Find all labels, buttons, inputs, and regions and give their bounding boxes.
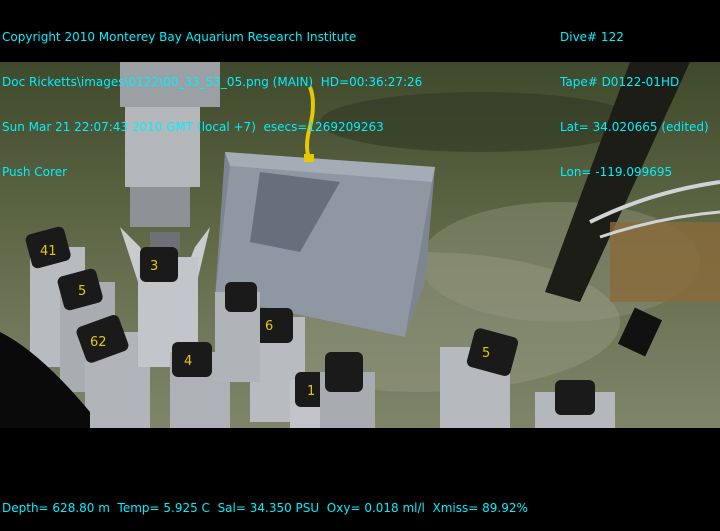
image-filename: Doc Ricketts\images\0122\00_33_53_05.png… [2, 75, 423, 89]
tool-label: Push Corer [2, 165, 68, 179]
telemetry-header-right: Dive# 122 Tape# D0122-01HD Lat= 34.02066… [560, 0, 709, 195]
dive-number: Dive# 122 [560, 30, 624, 44]
latitude: Lat= 34.020665 (edited) [560, 120, 709, 134]
copyright-text: Copyright 2010 Monterey Bay Aquarium Res… [2, 30, 357, 44]
environment-readout: Depth= 628.80 m Temp= 5.925 C Sal= 34.35… [2, 501, 528, 515]
timestamp: Sun Mar 21 22:07:43 2010 GMT (local +7) … [2, 120, 384, 134]
core-label: 3 [150, 259, 158, 274]
telemetry-footer: Depth= 628.80 m Temp= 5.925 C Sal= 34.35… [2, 471, 528, 531]
longitude: Lon= -119.099695 [560, 165, 673, 179]
core-label: 5 [78, 284, 86, 299]
core-label: 6 [265, 319, 273, 334]
core-label: 1 [307, 384, 315, 399]
tape-number: Tape# D0122-01HD [560, 75, 680, 89]
core-label: 41 [40, 244, 57, 259]
core-label: 4 [184, 354, 192, 369]
telemetry-header-left: Copyright 2010 Monterey Bay Aquarium Res… [2, 0, 422, 195]
core-label: 5 [482, 346, 490, 361]
core-label: 62 [90, 335, 107, 350]
